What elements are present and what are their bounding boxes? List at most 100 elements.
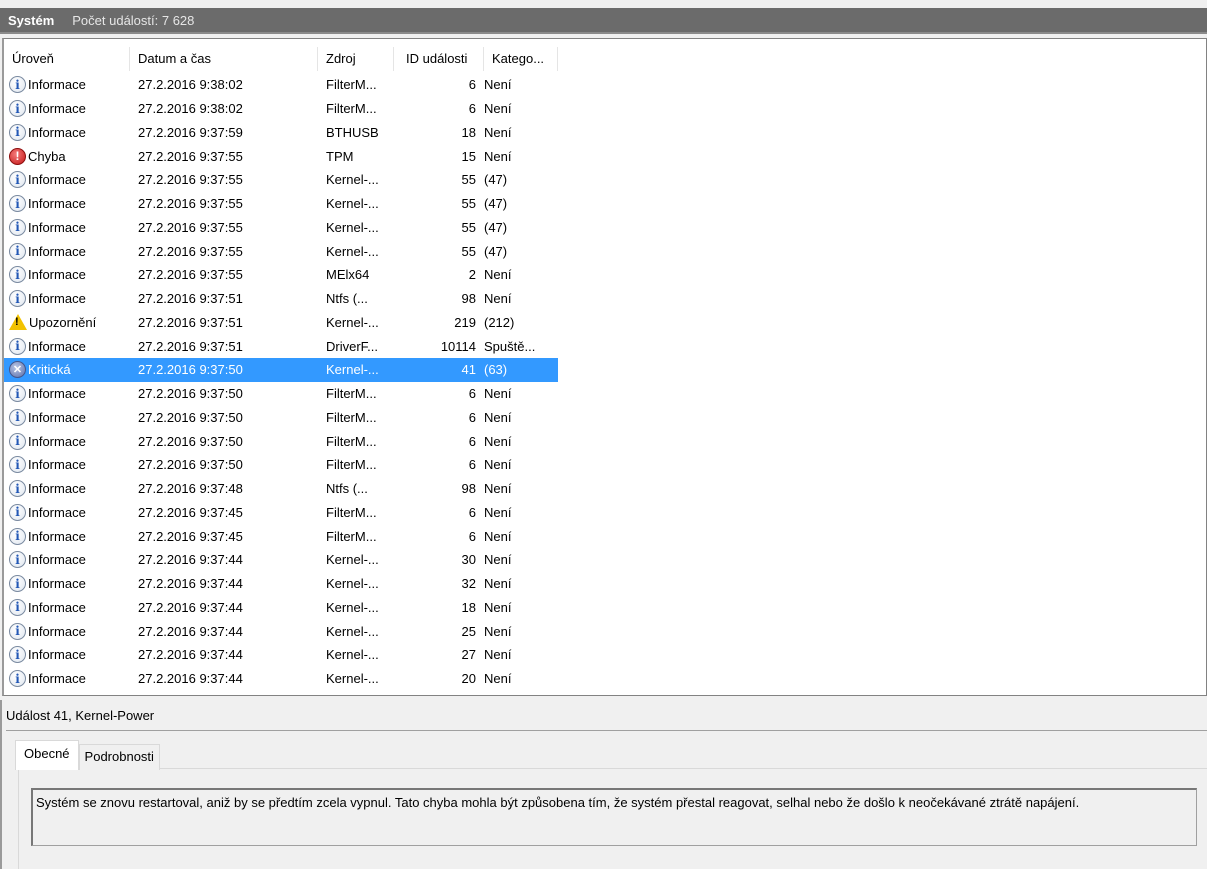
- level-label: Informace: [28, 481, 86, 497]
- table-row[interactable]: i Informace 27.2.2016 9:37:44 Kernel-... …: [4, 643, 558, 667]
- level-label: Informace: [28, 77, 86, 93]
- table-row[interactable]: i Informace 27.2.2016 9:37:45 FilterM... …: [4, 524, 558, 548]
- table-row[interactable]: i Informace 27.2.2016 9:37:55 Kernel-... …: [4, 192, 558, 216]
- date-cell: 27.2.2016 9:37:48: [138, 481, 243, 497]
- source-cell: FilterM...: [326, 504, 377, 520]
- event-detail-title: Událost 41, Kernel-Power: [6, 708, 155, 723]
- source-cell: Kernel-...: [326, 314, 379, 330]
- table-row[interactable]: ! Chyba 27.2.2016 9:37:55 TPM 15 Není: [4, 144, 558, 168]
- category-cell: Není: [484, 101, 512, 117]
- level-cell: i Informace: [4, 408, 130, 426]
- table-row[interactable]: i Informace 27.2.2016 9:37:44 Kernel-... …: [4, 572, 558, 596]
- table-row[interactable]: i Informace 27.2.2016 9:37:50 FilterM... …: [4, 406, 558, 430]
- category-cell: Není: [484, 267, 512, 283]
- date-cell: 27.2.2016 9:37:50: [138, 457, 243, 473]
- source-cell: Kernel-...: [326, 172, 379, 188]
- table-row[interactable]: i Informace 27.2.2016 9:37:51 DriverF... …: [4, 334, 558, 358]
- category-cell: Není: [484, 552, 512, 568]
- level-cell: i Informace: [4, 123, 130, 141]
- level-cell: i Informace: [4, 337, 130, 355]
- info-icon: i: [9, 242, 26, 260]
- tab-details[interactable]: Podrobnosti: [78, 744, 160, 770]
- date-cell: 27.2.2016 9:38:02: [138, 101, 243, 117]
- category-cell: (47): [484, 219, 508, 235]
- source-cell: Kernel-...: [326, 362, 379, 378]
- level-cell: i Informace: [4, 218, 130, 236]
- date-cell: 27.2.2016 9:37:55: [138, 267, 243, 283]
- source-cell: Kernel-...: [326, 243, 379, 259]
- table-row[interactable]: i Informace 27.2.2016 9:37:50 FilterM... …: [4, 453, 558, 477]
- table-row[interactable]: i Informace 27.2.2016 9:37:44 Kernel-... …: [4, 667, 558, 691]
- table-row[interactable]: i Informace 27.2.2016 9:37:44 Kernel-... …: [4, 548, 558, 572]
- info-icon: i: [9, 76, 26, 94]
- category-cell: Není: [484, 623, 512, 639]
- table-row[interactable]: ! Upozornění 27.2.2016 9:37:51 Kernel-...…: [4, 311, 558, 335]
- event-list[interactable]: Úroveň Datum a čas Zdroj ID události Kat…: [2, 38, 1207, 696]
- table-row[interactable]: i Informace 27.2.2016 9:38:02 FilterM... …: [4, 73, 558, 97]
- date-cell: 27.2.2016 9:37:55: [138, 219, 243, 235]
- column-header-source[interactable]: Zdroj: [318, 47, 394, 71]
- table-row[interactable]: i Informace 27.2.2016 9:37:45 FilterM... …: [4, 501, 558, 525]
- column-header-level[interactable]: Úroveň: [4, 47, 130, 71]
- tab-general[interactable]: Obecné: [15, 740, 79, 770]
- table-row[interactable]: i Informace 27.2.2016 9:37:51 Ntfs (... 9…: [4, 287, 558, 311]
- table-row[interactable]: i Informace 27.2.2016 9:37:55 MElx64 2 Ne…: [4, 263, 558, 287]
- table-row[interactable]: i Informace 27.2.2016 9:37:44 Kernel-... …: [4, 619, 558, 643]
- info-icon: i: [9, 337, 26, 355]
- source-cell: Kernel-...: [326, 671, 379, 687]
- column-header-category[interactable]: Katego...: [484, 47, 558, 71]
- table-row[interactable]: i Informace 27.2.2016 9:37:44 Kernel-... …: [4, 596, 558, 620]
- table-row[interactable]: i Informace 27.2.2016 9:37:48 Ntfs (... 9…: [4, 477, 558, 501]
- date-cell: 27.2.2016 9:37:59: [138, 124, 243, 140]
- category-cell: Není: [484, 124, 512, 140]
- error-icon: !: [9, 147, 26, 165]
- level-label: Informace: [28, 196, 86, 212]
- source-cell: FilterM...: [326, 457, 377, 473]
- date-cell: 27.2.2016 9:37:44: [138, 671, 243, 687]
- level-label: Kritická: [28, 362, 71, 378]
- info-icon: i: [9, 195, 26, 213]
- date-cell: 27.2.2016 9:37:45: [138, 528, 243, 544]
- info-icon: i: [9, 527, 26, 545]
- category-cell: Není: [484, 528, 512, 544]
- level-label: Upozornění: [29, 314, 97, 330]
- column-header-date[interactable]: Datum a čas: [130, 47, 318, 71]
- event-description[interactable]: Systém se znovu restartoval, aniž by se …: [31, 788, 1197, 846]
- event-id-cell: 18: [461, 124, 476, 140]
- info-icon: i: [9, 670, 26, 688]
- date-cell: 27.2.2016 9:37:44: [138, 647, 243, 663]
- table-row[interactable]: i Informace 27.2.2016 9:37:50 FilterM... …: [4, 429, 558, 453]
- level-cell: i Informace: [4, 503, 130, 521]
- info-icon: i: [9, 480, 26, 498]
- event-id-cell: 6: [468, 528, 476, 544]
- info-icon: i: [9, 123, 26, 141]
- table-row[interactable]: i Informace 27.2.2016 9:37:55 Kernel-... …: [4, 168, 558, 192]
- category-cell: (63): [484, 362, 508, 378]
- source-cell: FilterM...: [326, 386, 377, 402]
- event-rows: i Informace 27.2.2016 9:38:02 FilterM... …: [4, 73, 558, 691]
- log-title: Systém: [8, 12, 55, 28]
- date-cell: 27.2.2016 9:37:55: [138, 196, 243, 212]
- level-label: Informace: [28, 267, 86, 283]
- table-row[interactable]: i Informace 27.2.2016 9:37:55 Kernel-... …: [4, 239, 558, 263]
- table-row[interactable]: i Informace 27.2.2016 9:38:02 FilterM... …: [4, 97, 558, 121]
- date-cell: 27.2.2016 9:37:55: [138, 148, 243, 164]
- level-label: Informace: [28, 124, 86, 140]
- table-row[interactable]: i Informace 27.2.2016 9:37:59 BTHUSB 18 N…: [4, 121, 558, 145]
- event-id-cell: 6: [468, 386, 476, 402]
- column-header-event-id[interactable]: ID události: [394, 47, 484, 71]
- level-cell: i Informace: [4, 598, 130, 616]
- source-cell: FilterM...: [326, 433, 377, 449]
- table-row[interactable]: ✕ Kritická 27.2.2016 9:37:50 Kernel-... 4…: [4, 358, 558, 382]
- table-row[interactable]: i Informace 27.2.2016 9:37:50 FilterM... …: [4, 382, 558, 406]
- date-cell: 27.2.2016 9:37:44: [138, 552, 243, 568]
- level-label: Informace: [28, 291, 86, 307]
- source-cell: DriverF...: [326, 338, 378, 354]
- category-cell: Není: [484, 599, 512, 615]
- table-row[interactable]: i Informace 27.2.2016 9:37:55 Kernel-... …: [4, 216, 558, 240]
- level-label: Chyba: [28, 148, 66, 164]
- date-cell: 27.2.2016 9:37:45: [138, 504, 243, 520]
- event-id-cell: 41: [461, 362, 476, 378]
- category-cell: Není: [484, 386, 512, 402]
- level-cell: i Informace: [4, 646, 130, 664]
